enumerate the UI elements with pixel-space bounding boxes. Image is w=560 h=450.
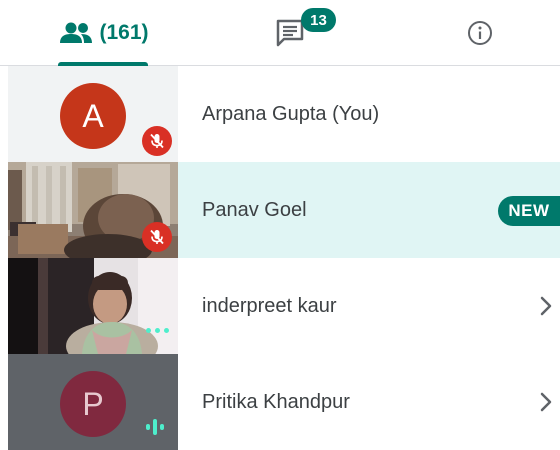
chevron-right-icon[interactable] — [538, 390, 554, 414]
people-count: (161) — [99, 21, 149, 44]
participant-name: Arpana Gupta (You) — [202, 102, 380, 125]
participant-name: inderpreet kaur — [202, 294, 337, 317]
chat-unread-badge: 13 — [301, 8, 336, 32]
video-feed-image — [8, 258, 178, 354]
mic-off-icon — [142, 126, 172, 156]
people-icon — [60, 22, 93, 43]
participant-row[interactable]: inderpreet kaur — [8, 258, 560, 354]
speaking-indicator-icon — [146, 419, 164, 435]
avatar: A — [60, 83, 126, 149]
participant-list: A Arpana Gupta (You) Panav Goel NEW inde… — [8, 66, 560, 450]
participant-tile: P — [8, 354, 178, 450]
participants-tab-bar: (161) 13 — [0, 0, 560, 66]
participant-video-tile — [8, 258, 178, 354]
more-options-dots-icon[interactable] — [146, 328, 169, 333]
participant-tile: A — [8, 66, 178, 162]
tab-info[interactable] — [450, 0, 510, 66]
tab-people[interactable]: (161) — [30, 0, 178, 66]
chevron-right-icon[interactable] — [538, 294, 554, 318]
participant-name: Pritika Khandpur — [202, 390, 350, 413]
participant-row[interactable]: Panav Goel NEW — [8, 162, 560, 258]
mic-off-icon — [142, 222, 172, 252]
info-icon — [468, 21, 492, 45]
participant-row[interactable]: A Arpana Gupta (You) — [8, 66, 560, 162]
participant-video-tile — [8, 162, 178, 258]
avatar: P — [60, 371, 126, 437]
participant-row[interactable]: P Pritika Khandpur — [8, 354, 560, 450]
participant-name: Panav Goel — [202, 198, 307, 221]
new-participant-badge: NEW — [498, 196, 560, 226]
